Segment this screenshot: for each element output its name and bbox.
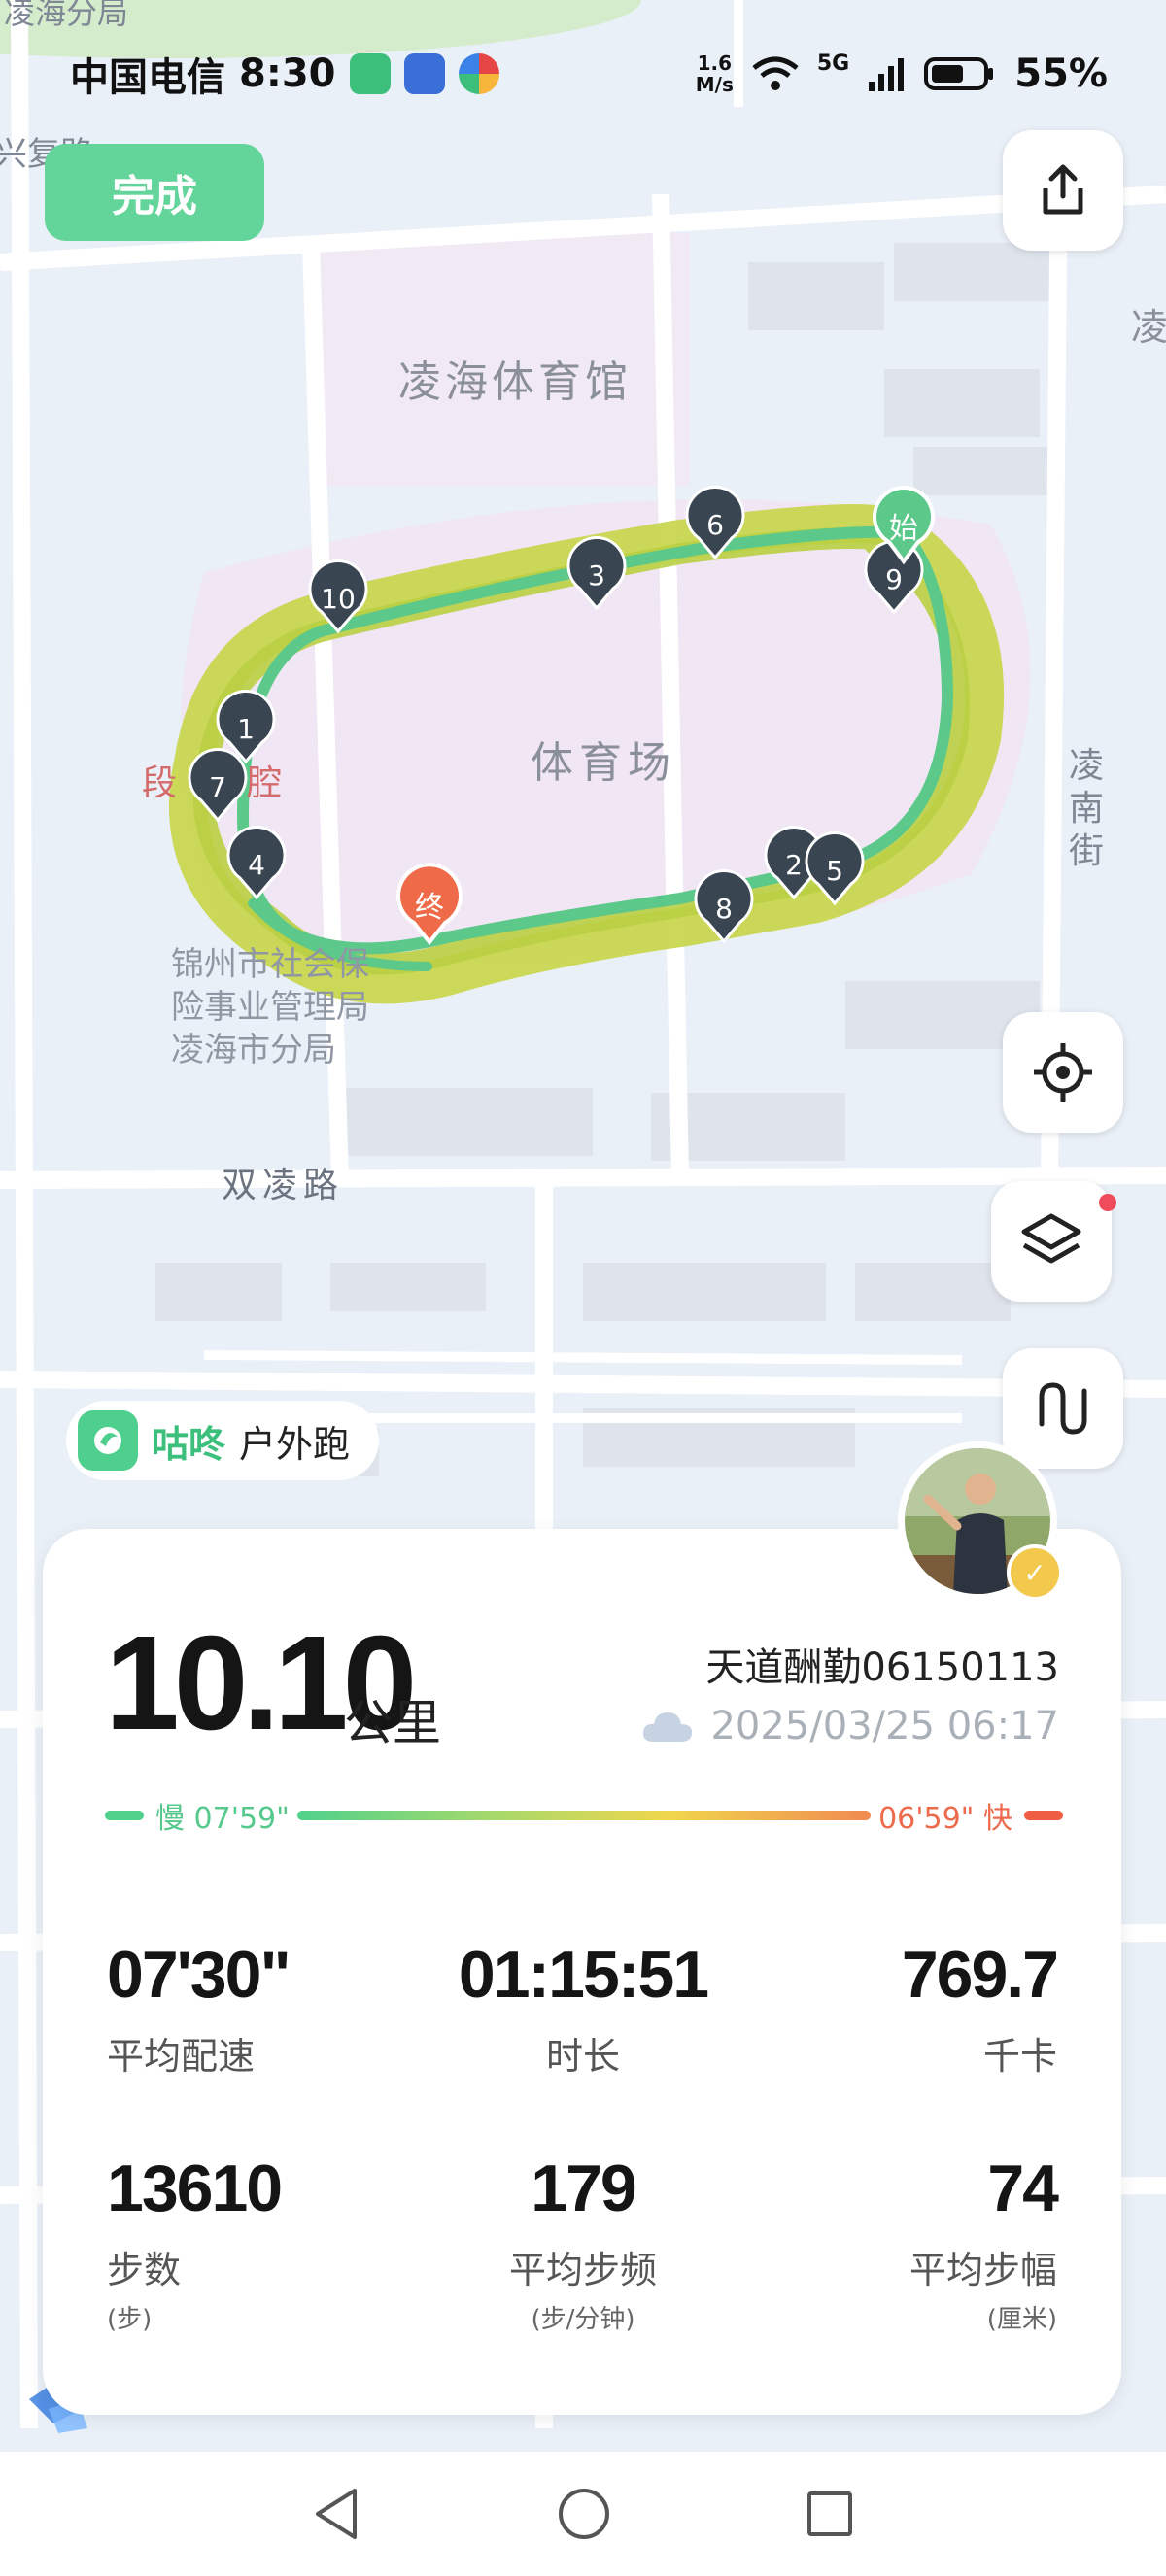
activity-datetime: 2025/03/25 06:17 <box>640 1704 1059 1748</box>
wechat-icon <box>349 53 391 94</box>
stat-value: 13610 <box>107 2152 283 2225</box>
network-speed: 1.6 M/s <box>696 52 734 95</box>
km-marker-label: 4 <box>248 849 265 881</box>
map-label-bureau-1: 锦州市社会保 <box>171 945 369 984</box>
km-marker-label: 2 <box>785 849 803 881</box>
bank-app-icon <box>403 53 445 94</box>
km-marker-label: 8 <box>715 893 733 925</box>
network-speed-unit: M/s <box>695 73 734 96</box>
datetime-text: 2025/03/25 06:17 <box>710 1704 1059 1748</box>
stat-value: 01:15:51 <box>458 1938 709 2012</box>
back-nav-icon[interactable] <box>312 2487 362 2541</box>
pace-legend: 慢 07'59" 06'59" 快 <box>105 1791 1063 1840</box>
stat-steps: 13610 步数 (步) <box>107 2151 457 2335</box>
stat-cadence: 179 平均步频 (步/分钟) <box>408 2151 758 2335</box>
locate-icon <box>1034 1043 1092 1102</box>
pinwheel-app-icon <box>458 53 499 94</box>
km-marker-label: 6 <box>706 509 724 541</box>
km-marker-label: 9 <box>885 563 903 595</box>
map-label-top-left-poi: 凌海分局 <box>4 0 128 31</box>
system-nav-bar <box>0 2452 1166 2576</box>
stat-calories: 769.7 千卡 <box>707 1937 1059 2080</box>
stat-stride: 74 平均步幅 (厘米) <box>707 2151 1059 2335</box>
app-name: 咕咚 <box>152 1422 226 1466</box>
stat-unit: (步) <box>107 2305 153 2334</box>
pace-gradient-bar <box>296 1811 872 1820</box>
clock: 8:30 <box>239 51 336 96</box>
cloud-icon <box>643 1712 693 1742</box>
km-marker-label: 1 <box>237 713 255 745</box>
recents-nav-icon[interactable] <box>806 2490 854 2538</box>
codoon-logo-icon <box>78 1410 138 1471</box>
map-label-bureau-3: 凌海市分局 <box>171 1031 336 1069</box>
map-label-road-bottom: 双凌路 <box>222 1166 344 1205</box>
map-label-gym: 凌海体育馆 <box>398 357 632 407</box>
app-brand-chip: 咕咚 户外跑 <box>66 1401 380 1480</box>
distance-unit: 公里 <box>344 1695 441 1751</box>
stat-avg-pace: 07'30" 平均配速 <box>107 1937 457 2080</box>
stat-unit: (厘米) <box>986 2305 1057 2334</box>
map-label-stadium: 体育场 <box>531 738 676 788</box>
signal-icon <box>869 58 905 91</box>
status-bar: 中国电信 8:30 1.6 M/s 5G 55% <box>70 43 1108 105</box>
pace-slow-swatch <box>105 1811 144 1820</box>
stat-value: 179 <box>531 2152 636 2225</box>
activity-type: 户外跑 <box>239 1422 351 1466</box>
stat-value: 769.7 <box>901 1938 1059 2012</box>
pace-fast-label: 06'59" 快 <box>878 1802 1012 1836</box>
stat-label: 平均配速 <box>107 2035 256 2078</box>
stat-value: 07'30" <box>107 1938 292 2012</box>
stat-label: 平均步频 <box>508 2249 657 2291</box>
map-label-right-fragment: 凌 <box>1131 306 1166 349</box>
summary-card: 10.10 公里 天道酬勤06150113 2025/03/25 06:17 慢… <box>43 1529 1121 2415</box>
km-marker-label: 5 <box>826 855 843 887</box>
start-marker-label: 始 <box>889 512 918 546</box>
stat-label: 千卡 <box>982 2035 1057 2078</box>
share-button[interactable] <box>1003 130 1123 251</box>
username[interactable]: 天道酬勤06150113 <box>705 1636 1059 1692</box>
done-button[interactable]: 完成 <box>45 144 264 241</box>
stat-value: 74 <box>987 2152 1059 2225</box>
user-avatar[interactable]: ✓ <box>898 1441 1063 1601</box>
layers-button[interactable] <box>991 1181 1112 1302</box>
wifi-icon <box>752 56 799 90</box>
signal-label: 5G <box>816 51 850 76</box>
stat-duration: 01:15:51 时长 <box>408 1937 758 2080</box>
map-label-street: 凌南街 <box>1069 746 1104 871</box>
layers-icon <box>1021 1213 1081 1264</box>
route-icon <box>1039 1382 1087 1435</box>
km-marker-label: 10 <box>321 583 356 615</box>
stat-label: 平均步幅 <box>909 2249 1057 2291</box>
battery-percent: 55% <box>1014 51 1108 96</box>
stat-label: 步数 <box>107 2249 182 2291</box>
carrier-name: 中国电信 <box>70 55 225 100</box>
home-nav-icon[interactable] <box>557 2487 611 2541</box>
stat-label: 时长 <box>545 2035 620 2078</box>
map-label-bureau-2: 险事业管理局 <box>171 988 369 1027</box>
pace-slow-label: 慢 07'59" <box>155 1802 290 1836</box>
pace-fast-swatch <box>1024 1811 1063 1820</box>
km-marker-label: 7 <box>209 771 226 803</box>
stat-unit: (步/分钟) <box>531 2305 635 2334</box>
network-speed-value: 1.6 <box>697 51 733 75</box>
share-icon <box>1043 164 1083 215</box>
end-marker-label: 终 <box>415 891 444 925</box>
battery-icon <box>924 57 994 90</box>
locate-button[interactable] <box>1003 1012 1123 1133</box>
notification-dot <box>1099 1194 1116 1211</box>
km-marker-label: 3 <box>588 559 605 592</box>
verified-badge-icon: ✓ <box>1007 1544 1063 1601</box>
